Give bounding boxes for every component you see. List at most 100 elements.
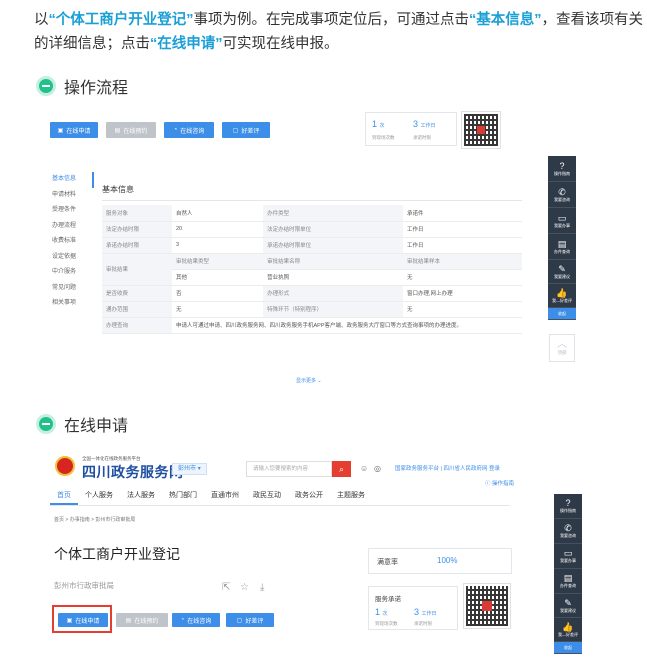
time-limit-count: 3 工作日 xyxy=(413,119,436,129)
site-logo[interactable]: 四川政务服务网 xyxy=(82,462,184,482)
nav-cities[interactable]: 直通市州 xyxy=(204,489,246,505)
nav-interaction[interactable]: 政民互动 xyxy=(246,489,288,505)
online-consult-button[interactable]: ◔ 在线咨询 xyxy=(164,122,214,138)
nav-related[interactable]: 相关事项 xyxy=(50,296,94,312)
back-to-top-button[interactable]: ︿ 顶部 xyxy=(549,334,575,362)
section-header-process: 操作流程 xyxy=(36,74,128,98)
online-booking-button[interactable]: ▤ 在线预约 xyxy=(116,613,168,627)
help-icon: ? xyxy=(559,160,565,171)
star-icon[interactable]: ☆ xyxy=(240,582,249,593)
booking-icon: ▤ xyxy=(125,617,132,624)
download-icon[interactable]: ⤓ xyxy=(260,582,264,593)
rail-apply[interactable]: ▭ 我要办事 xyxy=(548,208,576,234)
table-row: 服务对象 自然人 办件类型 承诺件 xyxy=(102,205,522,222)
highlight-box xyxy=(52,605,112,633)
rail-apply[interactable]: ▭ 我要办事 xyxy=(554,544,582,569)
rail-query[interactable]: ▤ 办件查询 xyxy=(554,569,582,594)
national-emblem-icon xyxy=(55,456,75,476)
nav-conditions[interactable]: 受理条件 xyxy=(50,203,94,219)
operation-guide-link[interactable]: ⓘ 操作指南 xyxy=(485,479,514,487)
visits-count: 1 次 xyxy=(375,607,388,617)
nav-personal[interactable]: 个人服务 xyxy=(78,489,120,505)
online-apply-button[interactable]: ▣ 在线申请 xyxy=(50,122,98,138)
rail-rating[interactable]: 👍 我—好差评 xyxy=(548,284,576,308)
nav-materials[interactable]: 申请材料 xyxy=(50,188,94,204)
rail-rating[interactable]: 👍 我—好差评 xyxy=(554,618,582,642)
share-icon[interactable]: ⇱ xyxy=(222,582,230,593)
table-row: 通办范围 无 特殊环节（特别程序） 无 xyxy=(102,301,522,318)
city-selector[interactable]: 彭州市 ▾ xyxy=(172,463,207,475)
rating-button[interactable]: ▢ 好差评 xyxy=(222,122,270,138)
rail-guide[interactable]: ? 操作指南 xyxy=(554,494,582,519)
visits-label: 到现场次数 xyxy=(372,135,395,140)
nav-agency[interactable]: 中介服务 xyxy=(50,265,94,281)
rail-query[interactable]: ▤ 办件查询 xyxy=(548,234,576,260)
top-links[interactable]: 国家政务服务平台 | 四川省人民政府网 登录 xyxy=(395,464,500,472)
visits-count: 1 次 xyxy=(372,119,385,129)
show-more-link[interactable]: 显示更多 ⌄ xyxy=(296,377,322,384)
left-nav: 基本信息 申请材料 受理条件 办理流程 收费标准 设定依据 中介服务 常见问题 … xyxy=(50,172,94,312)
consult-icon: ◔ xyxy=(180,617,185,623)
rating-icon: ▢ xyxy=(232,127,239,134)
rail-collapse-button[interactable]: 收起 xyxy=(548,308,576,320)
phone-icon: ✆ xyxy=(564,523,572,533)
highlight-basic-info: “基本信息” xyxy=(469,12,542,28)
rail-suggest[interactable]: ✎ 我要建议 xyxy=(554,594,582,618)
apply-icon: ▣ xyxy=(57,127,64,134)
nav-public[interactable]: 政务公开 xyxy=(288,489,330,505)
section-title: 操作流程 xyxy=(64,80,129,97)
time-limit-label: 承诺时限 xyxy=(414,621,432,626)
rating-icon: ▢ xyxy=(236,617,243,624)
qr-code-icon xyxy=(461,111,501,149)
edit-icon: ✎ xyxy=(558,263,566,274)
nav-faq[interactable]: 常见问题 xyxy=(50,281,94,297)
section-dot-icon xyxy=(36,76,56,96)
promise-label: 服务承诺 xyxy=(375,596,401,603)
satisfaction-label: 满意率 xyxy=(377,559,398,566)
weibo-icon[interactable]: ◎ xyxy=(374,464,381,473)
edit-icon: ✎ xyxy=(564,597,572,608)
nav-basis[interactable]: 设定依据 xyxy=(50,250,94,266)
visits-label: 到现场次数 xyxy=(375,621,398,626)
search-button[interactable]: ⌕ xyxy=(332,461,351,477)
right-rail-bottom: ? 操作指南 ✆ 我要咨询 ▭ 我要办事 ▤ 办件查询 ✎ 我要建议 👍 我—好差评 收起 xyxy=(554,494,582,654)
time-limit-label: 承诺时限 xyxy=(413,135,431,140)
thumbs-up-icon: 👍 xyxy=(556,287,568,298)
help-icon: ⓘ xyxy=(485,481,491,487)
table-row: 审批结果 审批结果类型 审批结果名称 审批结果样本 xyxy=(102,253,522,286)
help-icon: ? xyxy=(565,498,571,508)
nav-topics[interactable]: 主题服务 xyxy=(330,489,372,505)
table-row: 承诺办结时限 3 承诺办结时限单位 工作日 xyxy=(102,237,522,254)
document-icon: ▤ xyxy=(563,573,573,583)
department-name: 彭州市行政审批局 xyxy=(54,581,114,590)
online-consult-button[interactable]: ◔ 在线咨询 xyxy=(172,613,220,627)
chat-icon[interactable]: ☺ xyxy=(360,464,368,473)
table-row: 是否收费 否 办理形式 窗口办理,网上办理 xyxy=(102,285,522,302)
qr-code-icon xyxy=(463,583,511,629)
breadcrumb[interactable]: 首页 > 办事指南 > 彭州市行政审批局 xyxy=(54,516,135,523)
booking-icon: ▤ xyxy=(114,127,121,134)
section-dot-icon xyxy=(36,414,56,434)
nav-process[interactable]: 办理流程 xyxy=(50,219,94,235)
nav-home[interactable]: 首页 xyxy=(50,489,78,505)
document-icon: ▤ xyxy=(557,238,567,249)
rail-collapse-button[interactable]: 收起 xyxy=(554,642,582,654)
nav-corporate[interactable]: 法人服务 xyxy=(120,489,162,505)
divider xyxy=(50,505,510,506)
rail-consult[interactable]: ✆ 我要咨询 xyxy=(554,519,582,544)
rail-guide[interactable]: ? 操作指南 xyxy=(548,156,576,182)
table-row: 办理查询 申请人可通过申请、四川政务服务网、四川政务服务手机APP客户端、政务服… xyxy=(102,317,522,334)
nav-departments[interactable]: 热门部门 xyxy=(162,489,204,505)
section-title: 在线申请 xyxy=(64,418,129,435)
online-booking-button[interactable]: ▤ 在线预约 xyxy=(106,122,156,138)
intro-paragraph: 以“个体工商户开业登记”事项为例。在完成事项定位后，可通过点击“基本信息”，查看… xyxy=(34,12,643,52)
divider xyxy=(102,200,522,201)
rail-suggest[interactable]: ✎ 我要建议 xyxy=(548,260,576,284)
rail-consult[interactable]: ✆ 我要咨询 xyxy=(548,182,576,208)
search-input[interactable]: 请输入您要搜索的内容 xyxy=(246,461,332,477)
rating-button[interactable]: ▢ 好差评 xyxy=(226,613,274,627)
nav-basic-info[interactable]: 基本信息 xyxy=(50,172,94,188)
satisfaction-box: 满意率 100% xyxy=(368,548,512,574)
nav-fees[interactable]: 收费标准 xyxy=(50,234,94,250)
highlight-item-name: “个体工商户开业登记” xyxy=(48,12,194,28)
